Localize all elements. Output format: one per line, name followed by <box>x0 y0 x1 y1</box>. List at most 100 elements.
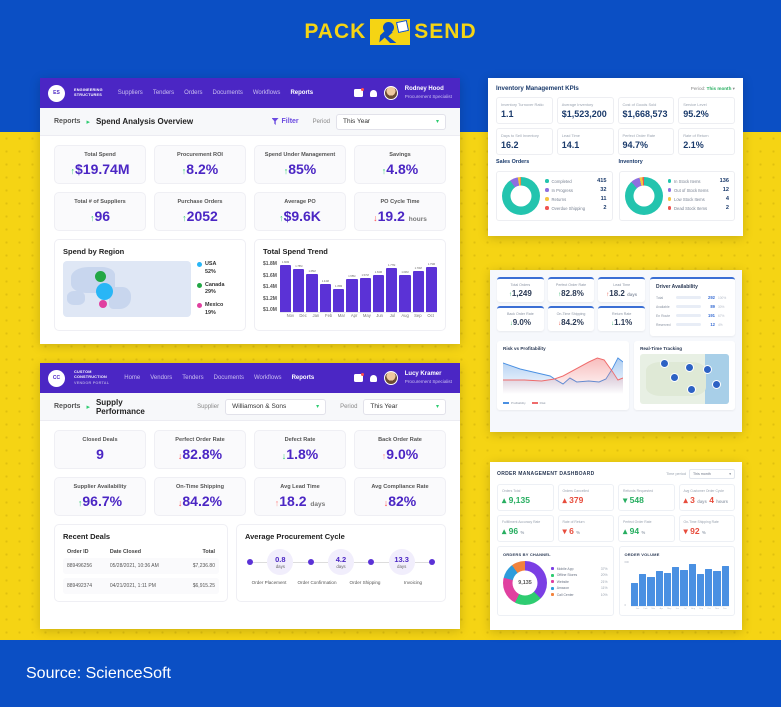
period-label: Period <box>312 118 330 125</box>
kpi-back-order-rate: Back Order Rate ↓9.0% <box>497 306 544 331</box>
driver-row: Available 89 30% <box>656 304 725 309</box>
table-header-row: Order ID Date Closed Total <box>63 546 219 558</box>
om-kpi-row-2: Fulfillment Accuracy Rate ▴ 96 % Rate of… <box>497 515 735 542</box>
bar-column: 1.55M <box>346 261 358 312</box>
chevron-down-icon: ▾ <box>435 119 439 125</box>
supply-body: Closed Deals 9 Perfect Order Rate ↓82.8%… <box>40 421 460 611</box>
kpi-rate-of-return: Rate of Return ▾ 6 % <box>557 515 614 542</box>
x-tick: Sep <box>699 608 704 610</box>
kpi-savings: Savings ↑4.8% <box>354 145 446 184</box>
x-tick: Sep <box>414 313 422 318</box>
supplier-scorecard-panel: Total Orders ↑1,249 Perfect Order Rate ↑… <box>490 270 742 432</box>
bar <box>713 570 721 606</box>
nav-item-workflows[interactable]: Workflows <box>253 90 281 96</box>
nav-item-reports[interactable]: Reports <box>292 375 315 381</box>
kpi-orders-total: Orders Total ▴ 9,135 <box>497 484 554 511</box>
nav-item-workflows[interactable]: Workflows <box>254 375 282 381</box>
breadcrumb-root[interactable]: Reports <box>54 403 80 410</box>
legend-item: Returns 11 <box>545 196 607 202</box>
inventory-legend: In Stock Items 136 Out of Stock Items 12 Low… <box>667 178 729 214</box>
cycle-node <box>428 559 435 565</box>
legend-dot-icon <box>551 567 555 571</box>
panel-title: Inventory Management KPIs <box>496 85 579 92</box>
legend-dot-icon <box>545 206 549 210</box>
bell-icon[interactable] <box>369 374 377 382</box>
logo-text-pack: PACK <box>304 20 367 43</box>
x-tick: May <box>667 608 672 610</box>
scorecard-kpis: Total Orders ↑1,249 Perfect Order Rate ↑… <box>497 277 646 336</box>
inventory-donut-card: In Stock Items 136 Out of Stock Items 12 Low… <box>618 171 735 221</box>
filter-label: Filter <box>281 118 299 125</box>
bar <box>696 573 705 606</box>
x-tick: Jun <box>675 608 679 610</box>
time-period-select[interactable]: This month ▾ <box>689 469 735 479</box>
x-tick: Apr <box>350 313 358 318</box>
sales-orders-donut-card: Completed 415 In Progress 32 Returns 11 Overdu… <box>496 171 613 221</box>
risk-profitability-chart <box>502 357 624 394</box>
risk-profitability-card: Risk vs Profitability Profitability Risk <box>497 341 630 410</box>
breadcrumb-separator-icon: ▸ <box>86 403 90 411</box>
nav-item-orders[interactable]: Orders <box>184 90 202 96</box>
x-tick: Jul <box>389 313 396 318</box>
table-row[interactable]: 889496256 05/28/2021, 10:36 AM $7,236.80 <box>63 558 219 574</box>
x-tick: Aug <box>691 608 696 610</box>
nav-item-vendors[interactable]: Vendors <box>150 375 172 381</box>
bar-column: 1.70M <box>412 261 424 312</box>
kpi-defect-rate: Defect Rate ↓1.8% <box>254 430 346 469</box>
nav-item-home[interactable]: Home <box>124 375 140 381</box>
period-filter[interactable]: Period: This month ▾ <box>691 86 735 92</box>
spend-by-region-card: Spend by Region USA 52% Canada 29% Mexic… <box>54 239 246 331</box>
period-value: This Year <box>370 403 398 410</box>
bar-column: 1.75M <box>293 261 305 312</box>
donut-center-value: 9,135 <box>518 580 532 586</box>
cycle-track: 0.8 days 4.2 days 13.3 days <box>245 549 437 575</box>
legend-item: Dead Stock Items 2 <box>667 205 729 211</box>
avatar[interactable] <box>383 371 398 385</box>
user-role: Procurement Specialist <box>404 93 452 99</box>
nav-item-tenders[interactable]: Tenders <box>182 375 203 381</box>
kpi-on-time-shipping: On-Time Shipping ↓84.2% <box>547 306 595 331</box>
om-kpi-row-1: Orders Total ▴ 9,135 Orders Cancelled ▴ … <box>497 484 735 511</box>
chat-icon[interactable] <box>353 88 364 97</box>
bell-icon[interactable] <box>369 89 377 97</box>
breadcrumb-root[interactable]: Reports <box>54 118 80 125</box>
chat-icon[interactable] <box>353 373 364 382</box>
x-axis: Jan Feb Mar Apr May Jun Jul Aug Sep Oct Nov Dec <box>625 608 730 610</box>
tracking-map[interactable] <box>640 354 729 404</box>
risk-legend: Profitability Risk <box>503 401 623 405</box>
user-name: Lucy Kramer <box>404 371 442 378</box>
nav-item-suppliers[interactable]: Suppliers <box>118 90 143 96</box>
kpi-service-level: Service Level 95.2% <box>678 97 735 124</box>
supplier-select[interactable]: Williamson & Sons ▾ <box>225 398 327 415</box>
nav-item-documents[interactable]: Documents <box>213 90 243 96</box>
nav-item-documents[interactable]: Documents <box>214 375 244 381</box>
legend-item: Amazon 11% <box>551 586 608 590</box>
avatar[interactable] <box>383 86 398 100</box>
orders-by-channel-card: ORDERS BY CHANNEL 9,135 Mobile App 37% Off… <box>497 546 614 616</box>
kpi-perfect-order-rate: Perfect Order Rate ↓82.8% <box>154 430 246 469</box>
legend-dot-icon <box>551 573 555 577</box>
inventory-section: Inventory <box>618 159 643 165</box>
period-select[interactable]: This Year ▾ <box>336 113 446 130</box>
nav-item-reports[interactable]: Reports <box>290 90 313 96</box>
table-row[interactable]: 889492374 04/21/2021, 1:11 PM $6,915.25 <box>63 578 219 594</box>
breadcrumb-separator-icon: ▸ <box>86 118 90 126</box>
cycle-duration-3: 13.3 days <box>388 549 415 575</box>
period-select[interactable]: This Year ▾ <box>363 398 447 415</box>
page-title: Supply Performance <box>95 397 145 416</box>
bar <box>705 568 713 606</box>
bubble-usa <box>96 283 113 300</box>
logo-text-send: SEND <box>414 20 477 43</box>
nav-item-tenders[interactable]: Tenders <box>153 90 174 96</box>
kpi-avg-lead-time: Avg Lead Time ↑18.2 days <box>254 477 346 516</box>
spend-subbar: Reports ▸ Spend Analysis Overview Filter… <box>40 108 460 136</box>
kpi-row-2: Supplier Availability ↑96.7% On-Time Shi… <box>54 477 446 516</box>
kpi-rate-of-return: Rate of Return 2.1% <box>678 128 735 155</box>
bar-column: 1.65M <box>306 261 318 312</box>
bar <box>672 567 680 606</box>
lower-row: Recent Deals Order ID Date Closed Total … <box>54 524 446 602</box>
kpi-lead-time: Lead Time ↑18.2 days <box>598 277 646 302</box>
filter-button[interactable]: Filter <box>271 118 299 125</box>
kpi-po-cycle-time: PO Cycle Time ↓19.2 hours <box>354 192 446 231</box>
kpi-lead-time: Lead Time 14.1 <box>556 128 614 155</box>
